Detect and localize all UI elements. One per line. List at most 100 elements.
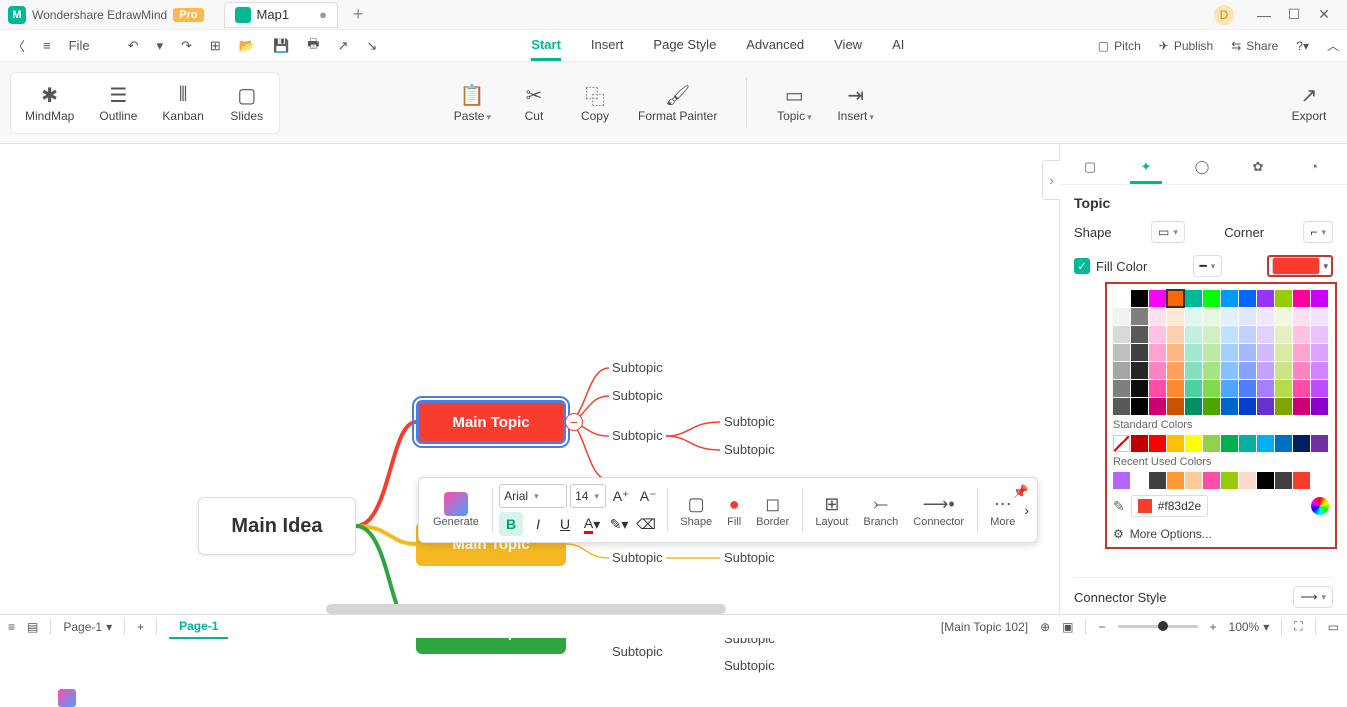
more-options-button[interactable]: ⚙More Options... [1113, 527, 1329, 541]
collapse-toggle[interactable]: − [565, 413, 583, 431]
new-button[interactable]: ⊞ [206, 36, 225, 56]
color-swatch[interactable] [1203, 308, 1220, 325]
color-swatch[interactable] [1113, 290, 1130, 307]
color-swatch[interactable] [1257, 398, 1274, 415]
color-swatch[interactable] [1167, 398, 1184, 415]
color-swatch[interactable] [1113, 326, 1130, 343]
color-swatch[interactable] [1275, 435, 1292, 452]
eyedropper-button[interactable]: ✎ [1113, 498, 1125, 515]
topic-button[interactable]: ▭Topic [766, 77, 822, 129]
color-swatch[interactable] [1185, 472, 1202, 489]
color-swatch[interactable] [1131, 308, 1148, 325]
color-swatch[interactable] [1185, 326, 1202, 343]
color-swatch[interactable] [1311, 362, 1328, 379]
pin-icon[interactable]: 📌 [1013, 484, 1029, 500]
document-tab[interactable]: Map1 ● [224, 2, 338, 28]
fill-color-dropdown[interactable] [1267, 255, 1333, 277]
no-fill-swatch[interactable] [1113, 435, 1130, 452]
generate-button[interactable]: Generate [427, 490, 485, 530]
color-swatch[interactable] [1221, 290, 1238, 307]
decrease-font-button[interactable]: A⁻ [636, 484, 660, 508]
color-swatch[interactable] [1167, 362, 1184, 379]
color-swatch[interactable] [1185, 380, 1202, 397]
color-swatch[interactable] [1221, 472, 1238, 489]
color-swatch[interactable] [1275, 398, 1292, 415]
color-swatch[interactable] [1275, 290, 1292, 307]
color-wheel-button[interactable] [1311, 497, 1329, 515]
color-swatch[interactable] [1275, 308, 1292, 325]
color-swatch[interactable] [1131, 472, 1148, 489]
color-swatch[interactable] [1221, 344, 1238, 361]
format-painter-button[interactable]: 🖌Format Painter [628, 77, 727, 129]
shape-button[interactable]: ▢Shape [674, 490, 718, 530]
color-swatch[interactable] [1221, 308, 1238, 325]
color-swatch[interactable] [1221, 362, 1238, 379]
color-swatch[interactable] [1221, 435, 1238, 452]
border-button[interactable]: ◻Border [750, 490, 795, 530]
share-button[interactable]: ⇆Share [1231, 39, 1278, 53]
view-kanban[interactable]: ⫴Kanban [152, 77, 213, 129]
undo-button[interactable]: ↶ [124, 36, 143, 56]
page-list-toggle[interactable]: ▤ [27, 620, 38, 634]
color-swatch[interactable] [1275, 344, 1292, 361]
topic-node-selected[interactable]: Main Topic [416, 400, 566, 444]
expand-toolbar-button[interactable]: › [1024, 498, 1029, 522]
italic-button[interactable]: I [526, 512, 550, 536]
undo-history-button[interactable]: ▾ [152, 36, 167, 56]
color-swatch[interactable] [1131, 435, 1148, 452]
subtopic-node[interactable]: Subtopic [724, 658, 775, 673]
view-mindmap[interactable]: ✱MindMap [15, 77, 84, 129]
horizontal-scrollbar[interactable] [326, 604, 726, 614]
color-swatch[interactable] [1257, 472, 1274, 489]
maximize-button[interactable]: ☐ [1279, 6, 1309, 23]
color-swatch[interactable] [1167, 344, 1184, 361]
color-swatch[interactable] [1113, 308, 1130, 325]
color-swatch[interactable] [1185, 435, 1202, 452]
color-swatch[interactable] [1149, 435, 1166, 452]
save-button[interactable]: 💾 [269, 36, 293, 56]
color-swatch[interactable] [1221, 326, 1238, 343]
fill-color-checkbox[interactable]: ✓ [1074, 258, 1090, 274]
bold-button[interactable]: B [499, 512, 523, 536]
color-swatch[interactable] [1203, 435, 1220, 452]
import-quick-button[interactable]: ↘ [362, 36, 381, 56]
outline-toggle[interactable]: ≡ [8, 620, 15, 634]
font-color-button[interactable]: A▾ [580, 512, 604, 536]
fill-type-select[interactable]: ━ [1193, 255, 1223, 277]
color-swatch[interactable] [1149, 398, 1166, 415]
panel-tab-icon[interactable]: ◯ [1186, 152, 1218, 184]
subtopic-node[interactable]: Subtopic [724, 414, 775, 429]
fit-button[interactable]: ▣ [1062, 620, 1073, 634]
page-select[interactable]: Page-1 ▾ [63, 620, 112, 634]
branch-button[interactable]: ⤚Branch [857, 490, 904, 530]
color-swatch[interactable] [1131, 290, 1148, 307]
color-swatch[interactable] [1293, 362, 1310, 379]
font-family-select[interactable]: Arial [499, 484, 567, 508]
color-swatch[interactable] [1239, 362, 1256, 379]
color-swatch[interactable] [1167, 472, 1184, 489]
color-swatch[interactable] [1203, 398, 1220, 415]
color-swatch[interactable] [1131, 362, 1148, 379]
color-swatch[interactable] [1167, 380, 1184, 397]
export-button[interactable]: ↗Export [1281, 77, 1337, 129]
color-swatch[interactable] [1221, 398, 1238, 415]
view-outline[interactable]: ☰Outline [89, 77, 147, 129]
color-swatch[interactable] [1113, 344, 1130, 361]
subtopic-node[interactable]: Subtopic [612, 428, 663, 443]
focus-mode-button[interactable]: ▭ [1328, 620, 1339, 634]
color-swatch[interactable] [1239, 398, 1256, 415]
export-quick-button[interactable]: ↗ [333, 36, 352, 56]
highlight-button[interactable]: ✎▾ [607, 512, 631, 536]
menu-advanced[interactable]: Advanced [746, 31, 804, 61]
font-size-select[interactable]: 14 [570, 484, 606, 508]
color-swatch[interactable] [1275, 362, 1292, 379]
color-swatch[interactable] [1257, 308, 1274, 325]
color-swatch[interactable] [1185, 362, 1202, 379]
menu-view[interactable]: View [834, 31, 862, 61]
color-swatch[interactable] [1311, 290, 1328, 307]
color-swatch[interactable] [1293, 398, 1310, 415]
menu-icon[interactable]: ≡ [39, 36, 55, 55]
print-button[interactable]: 🖶 [303, 33, 323, 59]
color-swatch[interactable] [1113, 362, 1130, 379]
color-swatch[interactable] [1203, 362, 1220, 379]
